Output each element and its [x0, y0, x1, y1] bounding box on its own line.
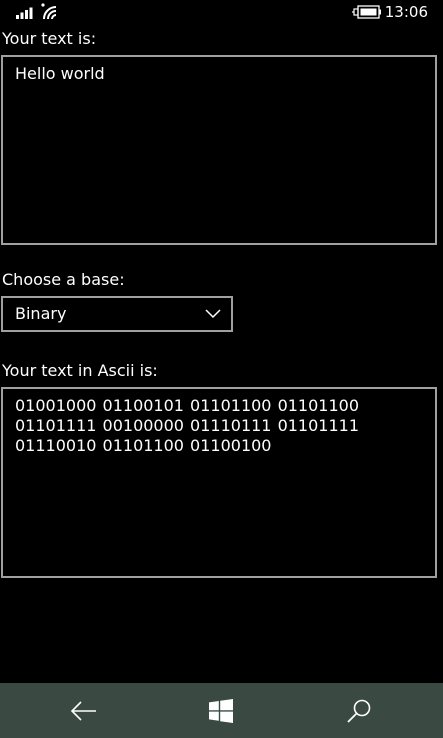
output-label: Your text in Ascii is:: [2, 361, 158, 380]
base-dropdown-value: Binary: [15, 304, 67, 323]
battery-charging-icon: [352, 5, 381, 19]
output-text: 01001000 01100101 01101100 01101100 0110…: [15, 396, 360, 455]
base-label: Choose a base:: [2, 270, 125, 289]
signal-icon: [16, 7, 33, 19]
search-button[interactable]: [319, 683, 399, 738]
windows-start-icon: [209, 698, 233, 723]
chevron-down-icon: [205, 309, 221, 319]
start-button[interactable]: [181, 683, 261, 738]
back-arrow-icon: [70, 700, 96, 721]
search-icon: [347, 699, 371, 723]
wifi-icon: [41, 3, 57, 20]
navigation-bar: [0, 683, 443, 738]
input-label: Your text is:: [2, 29, 97, 48]
base-dropdown[interactable]: Binary: [1, 296, 233, 332]
status-bar: 13:06: [0, 0, 443, 26]
clock: 13:06: [384, 3, 428, 21]
output-textbox[interactable]: 01001000 01100101 01101100 01101100 0110…: [1, 387, 437, 578]
back-button[interactable]: [44, 683, 124, 738]
input-textbox[interactable]: Hello world: [1, 55, 437, 245]
input-text: Hello world: [15, 64, 105, 83]
